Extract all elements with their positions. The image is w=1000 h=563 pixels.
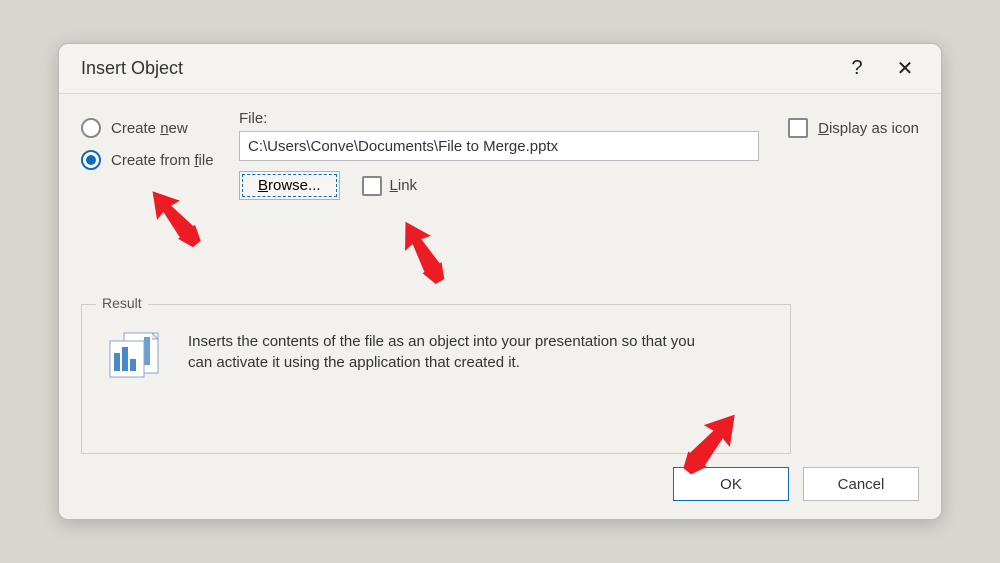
- result-icon: [106, 331, 166, 383]
- file-path-input[interactable]: [239, 131, 759, 161]
- insert-object-dialog: Insert Object ? ✕ Create new Create from…: [58, 43, 942, 520]
- radio-icon: [81, 150, 101, 170]
- dialog-body: Create new Create from file File: Browse…: [59, 94, 941, 519]
- result-group: Result: [81, 304, 791, 454]
- result-legend: Result: [96, 295, 148, 311]
- create-mode-radios: Create new Create from file: [81, 118, 214, 170]
- cancel-button[interactable]: Cancel: [803, 467, 919, 501]
- radio-create-from-file[interactable]: Create from file: [81, 150, 214, 170]
- checkbox-icon: [788, 118, 808, 138]
- link-checkbox[interactable]: Link: [362, 176, 418, 196]
- ok-button[interactable]: OK: [673, 467, 789, 501]
- display-as-icon-checkbox[interactable]: Display as icon: [788, 118, 919, 138]
- browse-button[interactable]: Browse...: [239, 171, 340, 200]
- result-text: Inserts the contents of the file as an o…: [188, 331, 708, 373]
- close-button[interactable]: ✕: [881, 45, 929, 93]
- display-as-icon-label: Display as icon: [818, 120, 919, 137]
- titlebar: Insert Object ? ✕: [59, 44, 941, 94]
- radio-icon: [81, 118, 101, 138]
- browse-row: Browse... Link: [239, 171, 769, 200]
- dialog-title: Insert Object: [81, 58, 833, 79]
- radio-label: Create from file: [111, 152, 214, 169]
- radio-create-new[interactable]: Create new: [81, 118, 214, 138]
- file-label: File:: [239, 110, 769, 127]
- help-button[interactable]: ?: [833, 45, 881, 93]
- checkbox-icon: [362, 176, 382, 196]
- link-label: Link: [390, 177, 418, 194]
- result-content: Inserts the contents of the file as an o…: [82, 305, 790, 393]
- dialog-footer: OK Cancel: [673, 467, 919, 501]
- file-area: File: Browse... Link: [239, 110, 769, 200]
- radio-label: Create new: [111, 120, 188, 137]
